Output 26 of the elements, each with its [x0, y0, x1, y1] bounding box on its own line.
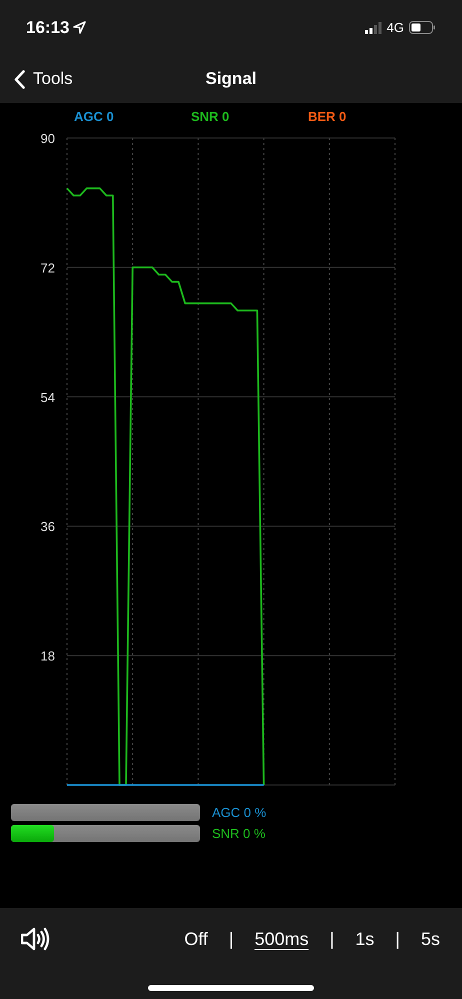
meter-label: AGC 0 %	[212, 805, 266, 820]
interval-option[interactable]: 500ms	[254, 928, 309, 950]
interval-option[interactable]: 5s	[420, 928, 440, 950]
y-axis-label: 36	[40, 519, 55, 534]
legend-label: AGC 0	[74, 109, 115, 124]
interval-option[interactable]: Off	[184, 928, 208, 950]
legend-label: SNR 0	[191, 109, 230, 124]
interval-option[interactable]: 1s	[355, 928, 374, 950]
legend-label: BER 0	[308, 109, 348, 124]
clock: 16:13	[26, 18, 70, 38]
meter-label: SNR 0 %	[212, 826, 266, 841]
separator: |	[394, 928, 401, 950]
separator: |	[328, 928, 336, 950]
y-axis-label: 18	[40, 648, 55, 664]
y-axis-label: 72	[40, 260, 55, 276]
y-axis-label: 54	[40, 390, 55, 405]
signal-strength-icon	[364, 22, 382, 34]
network-type: 4G	[386, 20, 404, 35]
back-button[interactable]: Tools	[14, 69, 73, 89]
speaker-icon[interactable]	[21, 927, 50, 951]
location-arrow-icon	[73, 21, 86, 34]
chevron-left-icon	[14, 70, 25, 88]
battery-icon	[409, 21, 436, 34]
separator: |	[228, 928, 235, 950]
screen-title: Signal	[205, 69, 256, 88]
y-axis-label: 90	[40, 131, 55, 146]
